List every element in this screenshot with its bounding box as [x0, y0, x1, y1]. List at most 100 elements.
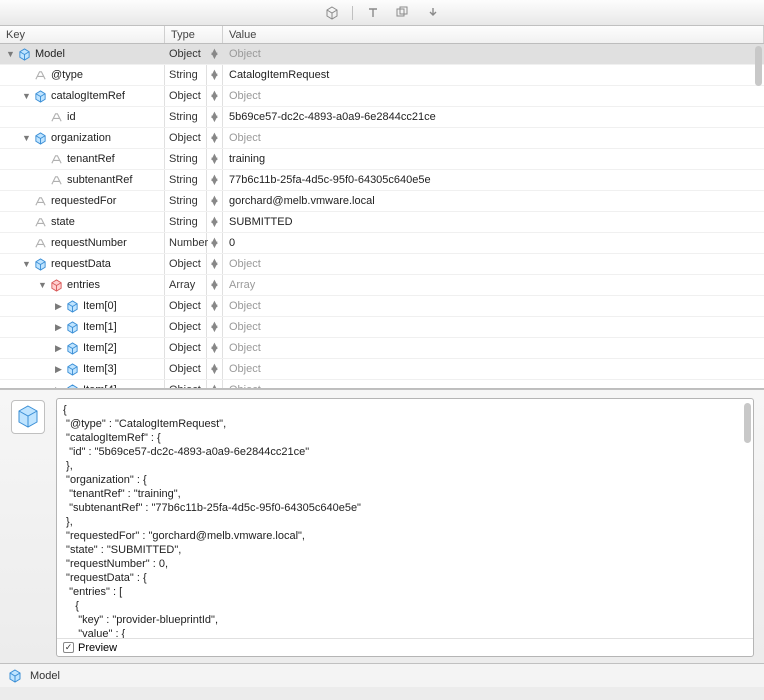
table-row[interactable]: ▼ModelObject▲▼Object — [0, 44, 764, 65]
toolbar-text-icon[interactable] — [361, 4, 385, 22]
cell-key[interactable]: @type — [0, 65, 165, 85]
table-row[interactable]: ▶Item[3]Object▲▼Object — [0, 359, 764, 380]
type-stepper-icon[interactable]: ▲▼ — [207, 65, 223, 85]
cell-type[interactable]: String — [165, 191, 207, 211]
cell-type[interactable]: Object — [165, 86, 207, 106]
cell-value[interactable]: CatalogItemRequest — [223, 65, 764, 85]
preview-scrollbar[interactable] — [744, 403, 751, 443]
cell-key[interactable]: ▼requestData — [0, 254, 165, 274]
cell-key[interactable]: ▶Item[4] — [0, 380, 165, 389]
disclosure-triangle-icon[interactable]: ▼ — [6, 49, 15, 59]
cell-key[interactable]: ▼organization — [0, 128, 165, 148]
toolbar-cube-icon[interactable] — [320, 4, 344, 22]
type-stepper-icon[interactable]: ▲▼ — [207, 254, 223, 274]
cell-value[interactable]: Object — [223, 338, 764, 358]
cell-key[interactable]: ▼Model — [0, 44, 165, 64]
cell-type[interactable]: String — [165, 65, 207, 85]
type-stepper-icon[interactable]: ▲▼ — [207, 107, 223, 127]
table-row[interactable]: subtenantRefString▲▼77b6c11b-25fa-4d5c-9… — [0, 170, 764, 191]
cell-key[interactable]: state — [0, 212, 165, 232]
cell-value[interactable]: Object — [223, 128, 764, 148]
type-stepper-icon[interactable]: ▲▼ — [207, 359, 223, 379]
header-type[interactable]: Type — [165, 26, 223, 43]
table-row[interactable]: @typeString▲▼CatalogItemRequest — [0, 65, 764, 86]
disclosure-triangle-icon[interactable]: ▶ — [54, 343, 63, 354]
table-row[interactable]: requestedForString▲▼gorchard@melb.vmware… — [0, 191, 764, 212]
cell-type[interactable]: Object — [165, 254, 207, 274]
cell-value[interactable]: Object — [223, 86, 764, 106]
type-stepper-icon[interactable]: ▲▼ — [207, 296, 223, 316]
cell-key[interactable]: tenantRef — [0, 149, 165, 169]
cell-type[interactable]: Number — [165, 233, 207, 253]
cell-value[interactable]: Object — [223, 380, 764, 389]
cell-type[interactable]: Object — [165, 380, 207, 389]
cell-key[interactable]: ▼catalogItemRef — [0, 86, 165, 106]
scrollbar[interactable] — [755, 46, 762, 86]
table-row[interactable]: ▶Item[1]Object▲▼Object — [0, 317, 764, 338]
table-row[interactable]: requestNumberNumber▲▼0 — [0, 233, 764, 254]
cell-type[interactable]: String — [165, 107, 207, 127]
table-row[interactable]: idString▲▼5b69ce57-dc2c-4893-a0a9-6e2844… — [0, 107, 764, 128]
disclosure-triangle-icon[interactable]: ▼ — [38, 280, 47, 290]
cell-value[interactable]: Object — [223, 44, 764, 64]
cell-value[interactable]: SUBMITTED — [223, 212, 764, 232]
cell-type[interactable]: String — [165, 212, 207, 232]
type-stepper-icon[interactable]: ▲▼ — [207, 338, 223, 358]
cell-type[interactable]: String — [165, 149, 207, 169]
cell-type[interactable]: Object — [165, 296, 207, 316]
cell-type[interactable]: Array — [165, 275, 207, 295]
type-stepper-icon[interactable]: ▲▼ — [207, 86, 223, 106]
cell-value[interactable]: 5b69ce57-dc2c-4893-a0a9-6e2844cc21ce — [223, 107, 764, 127]
disclosure-triangle-icon[interactable]: ▼ — [22, 91, 31, 101]
cell-value[interactable]: Object — [223, 317, 764, 337]
cell-key[interactable]: id — [0, 107, 165, 127]
disclosure-triangle-icon[interactable]: ▶ — [54, 301, 63, 312]
cell-key[interactable]: ▼entries — [0, 275, 165, 295]
cell-value[interactable]: Object — [223, 254, 764, 274]
cell-value[interactable]: Object — [223, 359, 764, 379]
table-row[interactable]: ▼catalogItemRefObject▲▼Object — [0, 86, 764, 107]
type-stepper-icon[interactable]: ▲▼ — [207, 212, 223, 232]
preview-checkbox[interactable]: ✓ — [63, 642, 74, 653]
table-row[interactable]: tenantRefString▲▼training — [0, 149, 764, 170]
cell-type[interactable]: Object — [165, 44, 207, 64]
type-stepper-icon[interactable]: ▲▼ — [207, 275, 223, 295]
disclosure-triangle-icon[interactable]: ▶ — [54, 322, 63, 333]
header-key[interactable]: Key — [0, 26, 165, 43]
cell-value[interactable]: training — [223, 149, 764, 169]
cell-type[interactable]: String — [165, 170, 207, 190]
cell-value[interactable]: Object — [223, 296, 764, 316]
type-stepper-icon[interactable]: ▲▼ — [207, 44, 223, 64]
type-stepper-icon[interactable]: ▲▼ — [207, 380, 223, 389]
cell-type[interactable]: Object — [165, 317, 207, 337]
type-stepper-icon[interactable]: ▲▼ — [207, 191, 223, 211]
cell-key[interactable]: ▶Item[1] — [0, 317, 165, 337]
type-stepper-icon[interactable]: ▲▼ — [207, 317, 223, 337]
cell-type[interactable]: Object — [165, 359, 207, 379]
tree-table[interactable]: ▼ModelObject▲▼Object@typeString▲▼Catalog… — [0, 44, 764, 389]
table-row[interactable]: stateString▲▼SUBMITTED — [0, 212, 764, 233]
header-value[interactable]: Value — [223, 26, 764, 43]
table-row[interactable]: ▶Item[0]Object▲▼Object — [0, 296, 764, 317]
table-row[interactable]: ▼requestDataObject▲▼Object — [0, 254, 764, 275]
toolbar-download-icon[interactable] — [421, 4, 445, 22]
type-stepper-icon[interactable]: ▲▼ — [207, 128, 223, 148]
type-stepper-icon[interactable]: ▲▼ — [207, 233, 223, 253]
disclosure-triangle-icon[interactable]: ▼ — [22, 133, 31, 143]
cell-key[interactable]: subtenantRef — [0, 170, 165, 190]
cell-type[interactable]: Object — [165, 128, 207, 148]
cell-key[interactable]: ▶Item[0] — [0, 296, 165, 316]
cell-value[interactable]: 77b6c11b-25fa-4d5c-95f0-64305c640e5e — [223, 170, 764, 190]
cell-value[interactable]: Array — [223, 275, 764, 295]
table-row[interactable]: ▼organizationObject▲▼Object — [0, 128, 764, 149]
table-row[interactable]: ▶Item[2]Object▲▼Object — [0, 338, 764, 359]
cell-value[interactable]: gorchard@melb.vmware.local — [223, 191, 764, 211]
cell-value[interactable]: 0 — [223, 233, 764, 253]
preview-text[interactable]: { "@type" : "CatalogItemRequest", "catal… — [57, 399, 753, 638]
cell-key[interactable]: ▶Item[2] — [0, 338, 165, 358]
cell-type[interactable]: Object — [165, 338, 207, 358]
table-row[interactable]: ▼entriesArray▲▼Array — [0, 275, 764, 296]
type-stepper-icon[interactable]: ▲▼ — [207, 170, 223, 190]
disclosure-triangle-icon[interactable]: ▶ — [54, 364, 63, 375]
cell-key[interactable]: requestedFor — [0, 191, 165, 211]
